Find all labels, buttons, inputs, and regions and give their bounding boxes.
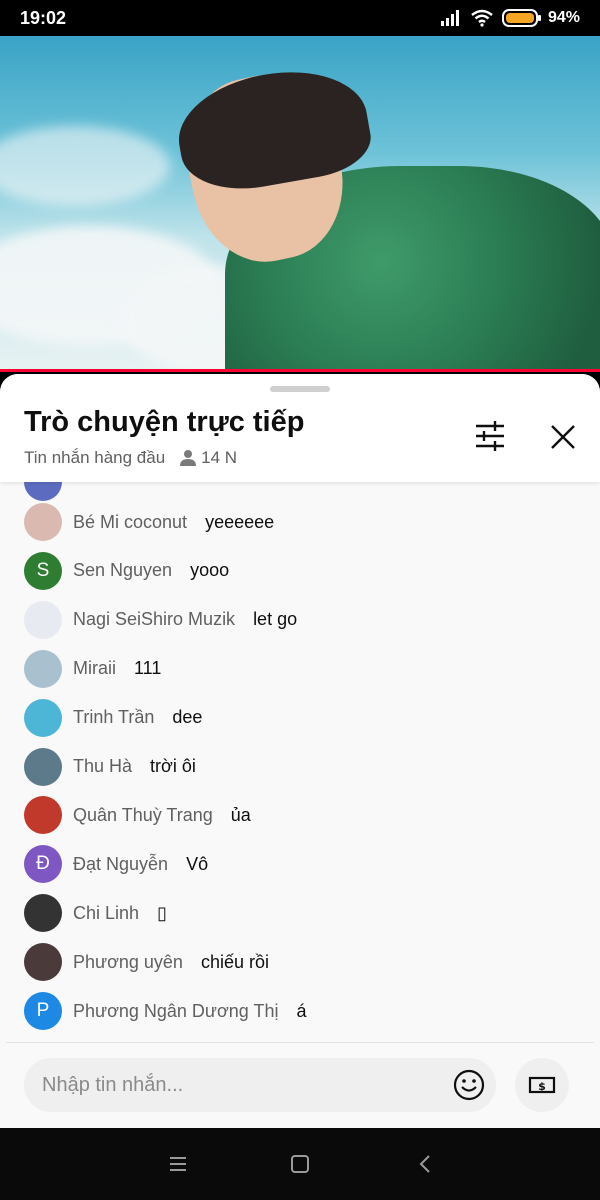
chat-message[interactable]: Quân Thuỳ Trang ủa [0, 793, 600, 837]
battery-level: 94% [547, 9, 580, 26]
back-icon[interactable] [414, 1152, 438, 1176]
system-nav-bar [0, 1128, 600, 1200]
chat-input-placeholder: Nhập tin nhắn... [42, 1074, 184, 1096]
message-author[interactable]: Trinh Trần [73, 707, 154, 728]
message-body: Phương Ngân Dương Thị á [73, 1001, 307, 1022]
avatar[interactable]: S [24, 551, 62, 590]
battery: 94% [501, 8, 580, 28]
avatar[interactable] [24, 894, 62, 933]
message-author[interactable]: Quân Thuỳ Trang [73, 805, 213, 826]
live-chat-panel: Trò chuyện trực tiếp Tin nhắn hàng đầu 1… [0, 374, 600, 1128]
message-text: á [296, 1000, 307, 1021]
dollar-icon: $ [528, 1076, 556, 1094]
message-text: chiếu rồi [200, 951, 269, 972]
message-body: Sen Nguyen yooo [73, 560, 229, 581]
avatar[interactable] [24, 943, 62, 982]
chat-message[interactable]: Miraii 111 [0, 647, 600, 691]
viewer-count: 14 N [179, 448, 237, 468]
avatar[interactable]: P [24, 992, 62, 1030]
chat-message[interactable]: Nagi SeiShiro Muzik let go [0, 598, 600, 642]
chat-message[interactable]: Trinh Trần dee [0, 696, 600, 740]
chat-message[interactable]: P Phương Ngân Dương Thị á [0, 989, 600, 1033]
avatar[interactable] [24, 747, 62, 786]
donate-button[interactable]: $ [515, 1058, 569, 1112]
status-bar: 19:02 94% [0, 0, 600, 36]
message-text: Vô [186, 853, 209, 874]
menu-icon[interactable] [166, 1152, 190, 1176]
avatar[interactable] [24, 698, 62, 737]
viewer-count-value: 14 N [201, 448, 238, 467]
message-author[interactable]: Đạt Nguyễn [73, 854, 168, 875]
message-author[interactable]: Phương Ngân Dương Thị [73, 1001, 278, 1022]
message-body: Bé Mi coconut yeeeeee [73, 512, 274, 533]
chat-message-list[interactable]: Bé Mi coconut yeeeeee S Sen Nguyen yooo Nagi … [0, 463, 600, 1034]
message-author[interactable]: Chi Linh [73, 903, 139, 924]
message-text: yooo [190, 560, 230, 581]
message-body: Thu Hà trời ôi [73, 756, 196, 777]
wifi-icon [471, 9, 493, 27]
avatar[interactable] [24, 796, 62, 835]
message-author[interactable]: Bé Mi coconut [73, 512, 187, 533]
sliders-icon[interactable] [470, 418, 510, 454]
chat-message[interactable]: S Sen Nguyen yooo [0, 549, 600, 593]
avatar[interactable] [24, 649, 62, 688]
chat-message[interactable]: Chi Linh ▯ [0, 891, 600, 935]
video-cloud [0, 126, 170, 206]
message-body: Quân Thuỳ Trang ủa [73, 805, 251, 826]
status-time: 19:02 [20, 7, 67, 28]
message-body: Miraii 111 [73, 658, 161, 679]
chat-mode-selector[interactable]: Tin nhắn hàng đầu [24, 448, 165, 468]
home-icon[interactable] [288, 1152, 312, 1176]
message-author[interactable]: Phương uyên [73, 952, 183, 973]
avatar[interactable] [24, 503, 62, 541]
chat-message[interactable]: Phương uyên chiếu rồi [0, 940, 600, 984]
message-text: let go [253, 609, 298, 630]
message-text: yeeeeee [205, 511, 275, 532]
message-author[interactable]: Nagi SeiShiro Muzik [73, 609, 235, 630]
chat-header: Trò chuyện trực tiếp Tin nhắn hàng đầu 1… [0, 374, 600, 482]
signal-icon [440, 10, 459, 26]
message-body: Đạt Nguyễn Vô [73, 854, 208, 875]
svg-text:$: $ [538, 1080, 546, 1093]
close-icon[interactable] [546, 420, 580, 454]
message-author[interactable]: Miraii [73, 658, 116, 679]
chat-input[interactable]: Nhập tin nhắn... [24, 1058, 496, 1112]
chat-message[interactable]: Bé Mi coconut yeeeeee [0, 500, 600, 544]
message-text: ▯ [157, 902, 167, 923]
message-text: dee [172, 707, 203, 728]
message-author[interactable]: Sen Nguyen [73, 560, 172, 581]
chat-subtitle: Tin nhắn hàng đầu 14 N [24, 448, 237, 468]
message-text: trời ôi [150, 756, 196, 776]
message-text: ủa [230, 804, 251, 825]
chat-message[interactable]: Đ Đạt Nguyễn Vô [0, 842, 600, 886]
video-progress-bar[interactable] [0, 369, 600, 372]
drag-handle[interactable] [270, 386, 330, 392]
message-body: Trinh Trần dee [73, 707, 202, 728]
video-player[interactable] [0, 36, 600, 372]
status-icons: 94% [440, 8, 580, 28]
message-text: 111 [134, 658, 162, 679]
emoji-icon[interactable] [452, 1068, 486, 1102]
avatar[interactable]: Đ [24, 845, 62, 884]
message-author[interactable]: Thu Hà [73, 756, 132, 777]
chat-title: Trò chuyện trực tiếp [24, 406, 305, 438]
message-body: Nagi SeiShiro Muzik let go [73, 609, 297, 630]
chat-message[interactable]: Thu Hà trời ôi [0, 745, 600, 789]
divider [6, 1042, 594, 1043]
person-icon [180, 450, 197, 466]
battery-icon [501, 9, 541, 27]
avatar[interactable] [24, 600, 62, 639]
message-body: Phương uyên chiếu rồi [73, 952, 269, 973]
message-body: Chi Linh ▯ [73, 903, 167, 924]
